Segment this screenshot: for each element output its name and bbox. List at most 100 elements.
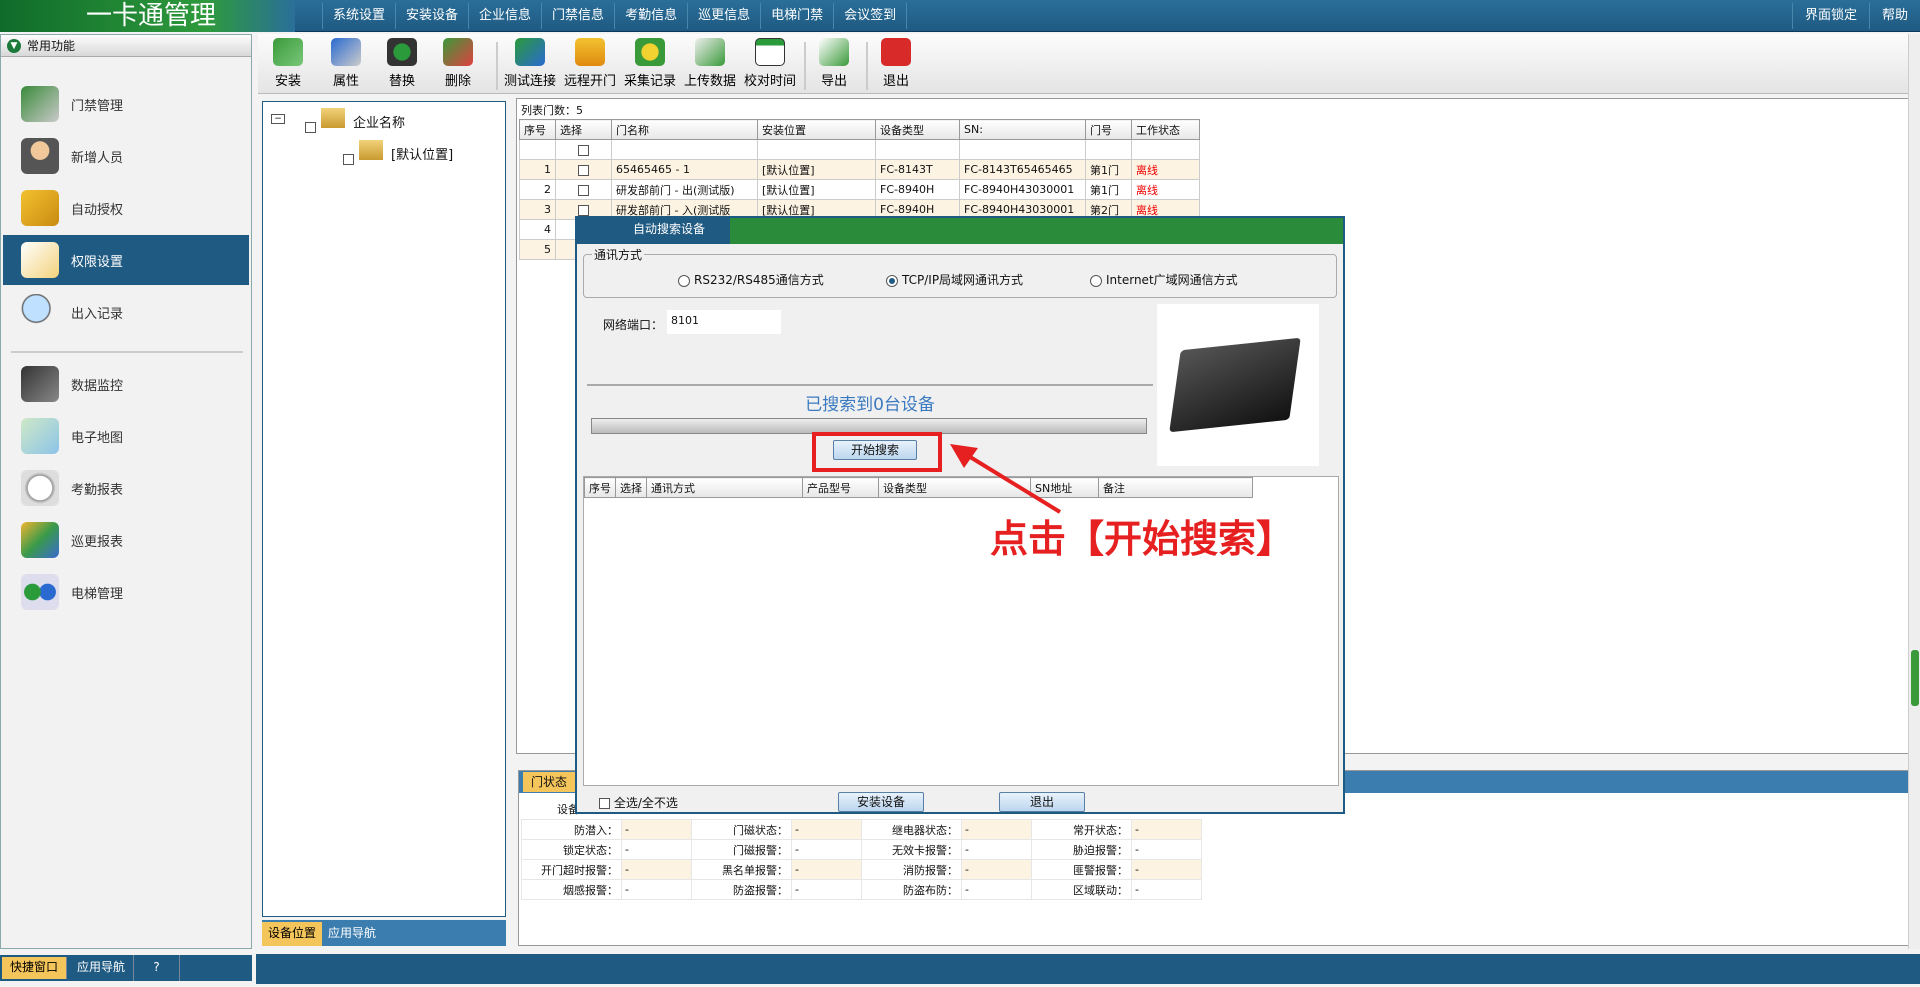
port-input[interactable]: 8101 bbox=[667, 310, 781, 334]
exit-button[interactable]: 退出 bbox=[876, 38, 916, 89]
tab-shortcut-window[interactable]: 快捷窗口 bbox=[2, 957, 68, 979]
select-all-checkbox[interactable] bbox=[578, 144, 589, 156]
replace-label: 替换 bbox=[388, 74, 415, 89]
properties-icon bbox=[331, 38, 361, 66]
sidebar-item-permission[interactable]: 权限设置 bbox=[3, 235, 249, 285]
sidebar-item-label: 电梯管理 bbox=[71, 586, 124, 602]
menu-meeting-signin[interactable]: 会议签到 bbox=[833, 3, 908, 29]
table-row[interactable]: 1 65465465 - 1 [默认位置] FC-8143T FC-8143T65465… bbox=[519, 159, 1200, 180]
status-value: - bbox=[621, 879, 692, 900]
sidebar-item-access-records[interactable]: 出入记录 bbox=[3, 287, 249, 337]
sidebar-item-label: 考勤报表 bbox=[71, 482, 124, 498]
test-connection-button[interactable]: 测试连接 bbox=[504, 38, 556, 89]
sidebar-item-access-control[interactable]: 门禁管理 bbox=[3, 79, 249, 129]
status-label: 消防报警： bbox=[861, 859, 962, 880]
row-checkbox[interactable] bbox=[578, 204, 589, 216]
tree-child-label[interactable]: [默认位置] bbox=[391, 144, 453, 163]
status-value: - bbox=[1131, 879, 1202, 900]
select-all-label: 全选/全不选 bbox=[613, 796, 678, 810]
tab-door-status[interactable]: 门状态 bbox=[523, 772, 576, 792]
col-door-no[interactable]: 门号 bbox=[1085, 119, 1132, 140]
status-value: - bbox=[791, 859, 862, 880]
radio-rs232[interactable]: RS232/RS485通信方式 bbox=[678, 271, 824, 288]
tab-device-location[interactable]: 设备位置 bbox=[262, 922, 323, 946]
tab-tree-app-nav[interactable]: 应用导航 bbox=[322, 922, 382, 946]
sidebar-item-elevator[interactable]: 电梯管理 bbox=[3, 567, 249, 617]
sidebar-item-data-monitor[interactable]: 数据监控 bbox=[3, 359, 249, 409]
sidebar-item-attendance-report[interactable]: 考勤报表 bbox=[3, 463, 249, 513]
sidebar-item-label: 数据监控 bbox=[71, 378, 124, 394]
sync-time-button[interactable]: 校对时间 bbox=[744, 38, 796, 89]
power-icon bbox=[881, 38, 911, 66]
select-all-box[interactable] bbox=[599, 798, 610, 809]
collect-records-button[interactable]: 采集记录 bbox=[624, 38, 676, 89]
sidebar-item-add-person[interactable]: 新增人员 bbox=[3, 131, 249, 181]
col-select[interactable]: 选择 bbox=[555, 119, 612, 140]
collapse-node-icon[interactable]: − bbox=[271, 114, 285, 124]
menu-system-settings[interactable]: 系统设置 bbox=[322, 3, 395, 29]
tree-root-checkbox[interactable] bbox=[305, 122, 316, 133]
export-button[interactable]: 导出 bbox=[814, 38, 854, 89]
tree-child-checkbox[interactable] bbox=[343, 154, 354, 165]
scrollbar-thumb[interactable] bbox=[1911, 650, 1919, 706]
blocks-icon bbox=[21, 522, 59, 558]
folder-icon bbox=[321, 108, 345, 128]
radio-internet[interactable]: Internet广域网通信方式 bbox=[1090, 271, 1238, 288]
menu-elevator-access[interactable]: 电梯门禁 bbox=[760, 3, 833, 29]
sidebar-item-e-map[interactable]: 电子地图 bbox=[3, 411, 249, 461]
col-result-model[interactable]: 产品型号 bbox=[802, 477, 879, 498]
test-connection-label: 测试连接 bbox=[504, 74, 557, 89]
menu-install-device[interactable]: 安装设备 bbox=[395, 3, 468, 29]
menu-access-info[interactable]: 门禁信息 bbox=[541, 3, 614, 29]
vertical-scrollbar[interactable] bbox=[1908, 34, 1920, 949]
row-checkbox[interactable] bbox=[578, 164, 589, 176]
col-result-note[interactable]: 备注 bbox=[1098, 477, 1253, 498]
tab-app-nav[interactable]: 应用导航 bbox=[69, 955, 135, 981]
menu-lock-ui[interactable]: 界面锁定 bbox=[1791, 3, 1869, 29]
remote-open-button[interactable]: 远程开门 bbox=[564, 38, 616, 89]
replace-button[interactable]: 替换 bbox=[382, 38, 422, 89]
tree-root-label[interactable]: 企业名称 bbox=[353, 112, 405, 131]
radio-tcpip[interactable]: TCP/IP局域网通讯方式 bbox=[886, 271, 1023, 288]
row-checkbox[interactable] bbox=[578, 184, 589, 196]
export-icon bbox=[819, 38, 849, 66]
menu-help[interactable]: 帮助 bbox=[1868, 3, 1920, 29]
cell-no: 5 bbox=[519, 239, 556, 260]
tree-tabs: 设备位置 应用导航 bbox=[262, 920, 506, 946]
exit-label: 退出 bbox=[882, 74, 909, 89]
status-label: 黑名单报警： bbox=[691, 859, 792, 880]
upload-data-button[interactable]: 上传数据 bbox=[684, 38, 736, 89]
radio-rs232-label: RS232/RS485通信方式 bbox=[694, 273, 824, 287]
menu-attendance-info[interactable]: 考勤信息 bbox=[614, 3, 687, 29]
table-row[interactable]: 2 研发部前门 - 出(测试版) [默认位置] FC-8940H FC-8940H430… bbox=[519, 179, 1200, 200]
col-result-comm[interactable]: 通讯方式 bbox=[646, 477, 803, 498]
install-button[interactable]: 安装 bbox=[268, 38, 308, 89]
col-sn[interactable]: SN: bbox=[959, 119, 1086, 140]
col-result-select[interactable]: 选择 bbox=[615, 477, 647, 498]
right-menu: 界面锁定 帮助 bbox=[1791, 3, 1920, 29]
col-device-type[interactable]: 设备类型 bbox=[875, 119, 960, 140]
cell-no: 1 bbox=[519, 159, 556, 180]
comm-method-group: 通讯方式 RS232/RS485通信方式 TCP/IP局域网通讯方式 Inter… bbox=[583, 246, 1337, 298]
install-label: 安装 bbox=[274, 74, 301, 89]
sidebar-header[interactable]: ▼ 常用功能 bbox=[1, 35, 251, 57]
col-door-name[interactable]: 门名称 bbox=[611, 119, 758, 140]
sidebar-item-label: 门禁管理 bbox=[71, 98, 124, 114]
delete-button[interactable]: 删除 bbox=[438, 38, 478, 89]
col-no[interactable]: 序号 bbox=[519, 119, 556, 140]
menu-patrol-info[interactable]: 巡更信息 bbox=[687, 3, 760, 29]
menu-company-info[interactable]: 企业信息 bbox=[468, 3, 541, 29]
dialog-exit-button[interactable]: 退出 bbox=[999, 792, 1085, 812]
help-icon[interactable]: ? bbox=[134, 955, 181, 981]
install-device-button[interactable]: 安装设备 bbox=[838, 792, 924, 812]
select-all-toggle[interactable]: 全选/全不选 bbox=[599, 794, 678, 811]
status-label: 匪警报警： bbox=[1031, 859, 1132, 880]
col-location[interactable]: 安装位置 bbox=[757, 119, 876, 140]
properties-button[interactable]: 属性 bbox=[326, 38, 366, 89]
col-result-no[interactable]: 序号 bbox=[584, 477, 616, 498]
sidebar-item-auto-auth[interactable]: 自动授权 bbox=[3, 183, 249, 233]
properties-label: 属性 bbox=[332, 74, 359, 89]
col-status[interactable]: 工作状态 bbox=[1131, 119, 1200, 140]
status-row: 开门超时报警： - 黑名单报警： - 消防报警： - 匪警报警： - bbox=[521, 859, 1202, 880]
sidebar-item-patrol-report[interactable]: 巡更报表 bbox=[3, 515, 249, 565]
